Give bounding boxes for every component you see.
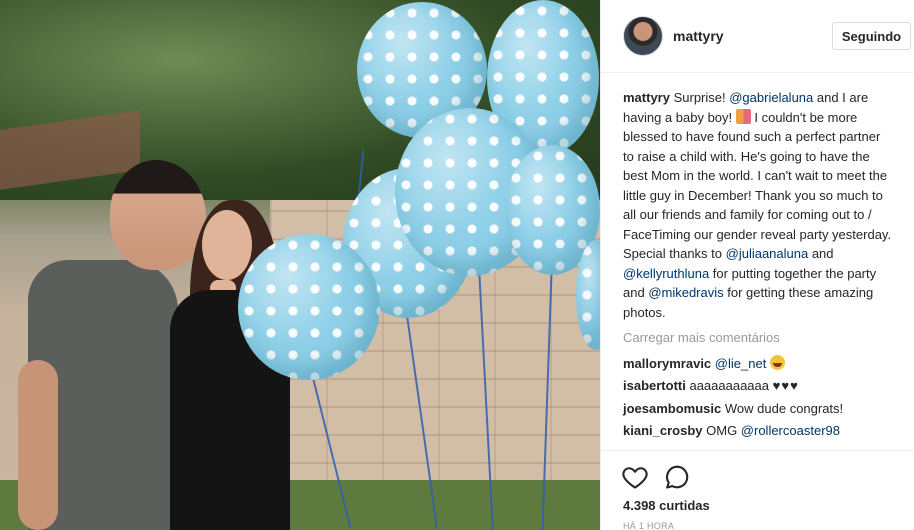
comment-text: Wow dude congrats! bbox=[724, 400, 844, 416]
comment-username[interactable]: isabertotti bbox=[623, 378, 686, 393]
comment-item: isabertotti aaaaaaaaaaa ♥♥♥ bbox=[623, 376, 893, 396]
mention-link[interactable]: @juliaanaluna bbox=[726, 246, 809, 261]
comment-item: mallorymravic @lie_net bbox=[623, 354, 893, 374]
comment-icon[interactable] bbox=[663, 463, 691, 491]
comment-text: OMG bbox=[706, 423, 741, 438]
post-photo[interactable] bbox=[0, 0, 600, 530]
mention-link[interactable]: @gabrielaluna bbox=[729, 90, 813, 105]
caption-username[interactable]: mattyry bbox=[623, 90, 670, 105]
caption-text: Surprise! bbox=[673, 90, 730, 105]
caption: mattyry Surprise! @gabrielaluna and I ar… bbox=[623, 88, 893, 322]
comment-text: aaaaaaaaaaa bbox=[689, 378, 773, 393]
laughing-emoji-icon bbox=[769, 354, 785, 370]
comment-username[interactable]: joesambomusic bbox=[623, 401, 721, 416]
man-arm bbox=[18, 360, 58, 530]
man-figure bbox=[18, 160, 206, 530]
comment-item: kiani_crosby OMG @rollercoaster98 bbox=[623, 421, 893, 441]
mention-link[interactable]: @mikedravis bbox=[648, 285, 723, 300]
post-header: mattyry Seguindo bbox=[601, 0, 914, 73]
comments-section: mattyry Surprise! @gabrielaluna and I ar… bbox=[623, 88, 893, 441]
caption-text: I couldn't be more blessed to have found… bbox=[623, 109, 892, 262]
avatar[interactable] bbox=[623, 16, 663, 56]
likes-count[interactable]: 4.398 curtidas bbox=[623, 498, 710, 513]
mention-link[interactable]: @rollercoaster98 bbox=[741, 423, 840, 438]
following-button[interactable]: Seguindo bbox=[832, 22, 911, 50]
heart-icon[interactable] bbox=[621, 463, 649, 491]
balloon bbox=[238, 234, 380, 380]
load-more-comments-link[interactable]: Carregar mais comentários bbox=[623, 328, 893, 348]
comment-username[interactable]: mallorymravic bbox=[623, 356, 711, 371]
caption-text: and bbox=[808, 246, 834, 261]
mention-link[interactable]: @kellyruthluna bbox=[623, 266, 709, 281]
hearts-emoji-icon: ♥♥♥ bbox=[772, 378, 799, 393]
post-timestamp: HÁ 1 HORA bbox=[623, 521, 675, 530]
post-actions: 4.398 curtidas HÁ 1 HORA bbox=[601, 450, 914, 530]
mention-link[interactable]: @lie_net bbox=[715, 356, 767, 371]
woman-face bbox=[202, 210, 252, 280]
comment-item: joesambomusic Wow dude congrats! bbox=[623, 399, 893, 419]
header-username[interactable]: mattyry bbox=[673, 28, 724, 44]
comment-username[interactable]: kiani_crosby bbox=[623, 423, 703, 438]
family-emoji-icon bbox=[735, 108, 751, 124]
post-sidebar: mattyry Seguindo mattyry Surprise! @gabr… bbox=[600, 0, 914, 530]
